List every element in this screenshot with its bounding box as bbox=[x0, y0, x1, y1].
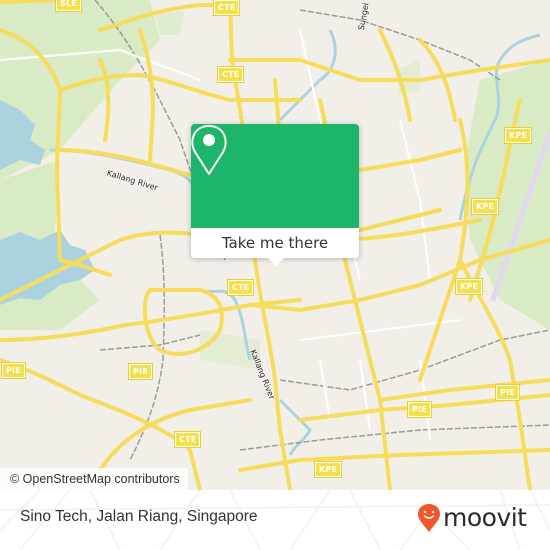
moovit-wordmark: moovit bbox=[443, 503, 527, 532]
highway-shield-pie: PIE bbox=[407, 401, 432, 418]
destination-popup: Take me there bbox=[191, 124, 359, 266]
highway-shield-pie: PIE bbox=[128, 363, 153, 380]
highway-shield-sle: SLE bbox=[55, 0, 82, 12]
popup-pointer bbox=[267, 257, 285, 266]
map-attribution[interactable]: © OpenStreetMap contributors bbox=[0, 468, 188, 490]
moovit-pin-logo-icon bbox=[418, 504, 440, 532]
highway-shield-pie: PIE bbox=[495, 384, 520, 401]
place-name: Sino Tech, Jalan Riang, Singapore bbox=[20, 508, 258, 525]
popup-header bbox=[191, 124, 359, 228]
take-me-there-button[interactable]: Take me there bbox=[191, 228, 359, 258]
highway-shield-cte: CTE bbox=[173, 431, 202, 448]
map-view[interactable]: SLE CTE CTE KPE KPE KPE CTE PIE PIE PIE … bbox=[0, 0, 550, 490]
highway-shield-pie: PIE bbox=[1, 362, 26, 379]
footer-bar: Sino Tech, Jalan Riang, Singapore moovit bbox=[0, 490, 550, 550]
highway-shield-cte: CTE bbox=[212, 0, 241, 16]
moovit-logo[interactable]: moovit bbox=[417, 500, 527, 536]
highway-shield-kpe: KPE bbox=[313, 461, 343, 478]
highway-shield-kpe: KPE bbox=[503, 127, 533, 144]
highway-shield-cte: CTE bbox=[216, 66, 245, 83]
highway-shield-kpe: KPE bbox=[454, 278, 484, 295]
highway-shield-cte: CTE bbox=[226, 279, 255, 296]
highway-shield-kpe: KPE bbox=[470, 198, 500, 215]
location-pin-icon bbox=[191, 125, 227, 175]
